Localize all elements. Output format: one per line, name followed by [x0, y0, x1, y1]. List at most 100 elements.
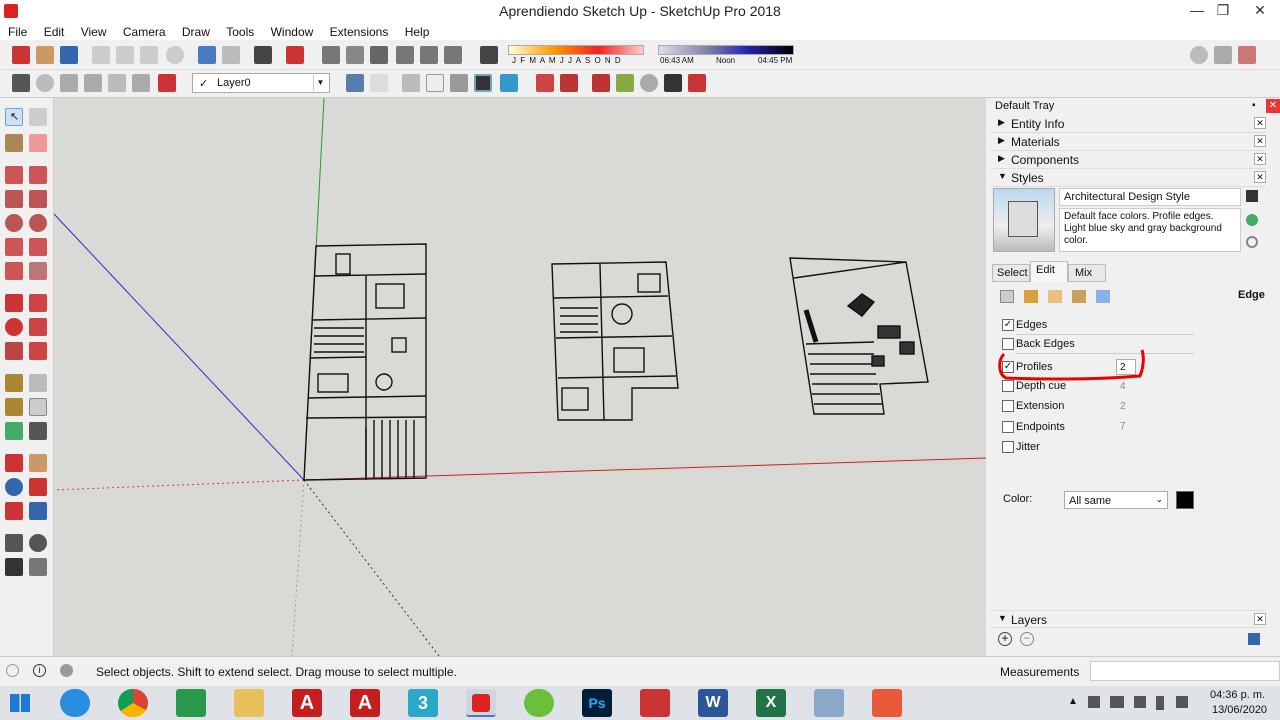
store-icon[interactable]	[176, 689, 206, 717]
match-photo-icon[interactable]	[536, 74, 554, 92]
file-explorer-icon[interactable]	[234, 689, 264, 717]
edge-color-swatch[interactable]	[1176, 491, 1194, 509]
rectangle-icon[interactable]	[5, 190, 23, 208]
pin-icon[interactable]: ▪	[1252, 100, 1256, 111]
render-icon[interactable]	[36, 74, 54, 92]
floor-plan-1[interactable]	[303, 243, 427, 481]
layer-dropdown[interactable]: ✓ Layer0 ▼	[192, 73, 330, 93]
paint-bucket-icon[interactable]	[5, 134, 23, 152]
pie-icon[interactable]	[29, 262, 47, 280]
extension-icon[interactable]	[1238, 46, 1256, 64]
3d-text-icon[interactable]	[29, 422, 47, 440]
floor-plan-2[interactable]	[551, 261, 679, 421]
tray-close-icon[interactable]: ✕	[1266, 99, 1280, 113]
three-point-arc-icon[interactable]	[5, 262, 23, 280]
tape-measure-icon[interactable]	[5, 374, 23, 392]
jitter-checkbox[interactable]	[1002, 441, 1014, 453]
watermark-settings-icon[interactable]	[1072, 290, 1086, 303]
rotated-rectangle-icon[interactable]	[29, 190, 47, 208]
undo-icon[interactable]	[198, 46, 216, 64]
pan-icon[interactable]	[29, 454, 47, 472]
paste-icon[interactable]	[140, 46, 158, 64]
hidden-line-icon[interactable]	[426, 74, 444, 92]
component-icon[interactable]	[12, 74, 30, 92]
push-pull-icon[interactable]	[29, 294, 47, 312]
new-icon[interactable]	[12, 46, 30, 64]
menu-extensions[interactable]: Extensions	[330, 24, 389, 39]
xray-icon[interactable]	[346, 74, 364, 92]
select-tool-icon[interactable]: ↖	[5, 108, 23, 126]
top-view-icon[interactable]	[346, 46, 364, 64]
tab-select[interactable]: Select	[992, 264, 1030, 282]
layer-details-icon[interactable]	[1248, 633, 1260, 645]
protractor-icon[interactable]	[5, 398, 23, 416]
text-tool-icon[interactable]	[29, 398, 47, 416]
intersect-icon[interactable]	[640, 74, 658, 92]
position-camera-icon[interactable]	[5, 534, 23, 552]
tray-expand-icon[interactable]: ▲	[1068, 696, 1078, 707]
monochrome-icon[interactable]	[500, 74, 518, 92]
iso-view-icon[interactable]	[322, 46, 340, 64]
solid-tools-icon[interactable]	[616, 74, 634, 92]
create-style-icon[interactable]	[1246, 214, 1258, 226]
move-icon[interactable]	[5, 294, 23, 312]
erase-icon[interactable]	[166, 46, 184, 64]
geo-location-icon[interactable]	[6, 664, 19, 677]
warehouse-icon[interactable]	[84, 74, 102, 92]
line-tool-icon[interactable]	[5, 166, 23, 184]
dimension-icon[interactable]	[29, 374, 47, 392]
previous-view-icon[interactable]	[29, 502, 47, 520]
follow-me-tool-icon[interactable]	[29, 318, 47, 336]
close-icon[interactable]: ✕	[1254, 135, 1266, 147]
autocad-icon[interactable]: A	[292, 689, 322, 717]
menu-file[interactable]: File	[8, 24, 27, 39]
sketchup-taskbar-icon[interactable]	[466, 689, 496, 717]
menu-window[interactable]: Window	[271, 24, 314, 39]
panel-entity-info[interactable]: ▶ Entity Info ✕	[990, 115, 1266, 133]
photo-textures-icon[interactable]	[664, 74, 682, 92]
menu-view[interactable]: View	[81, 24, 107, 39]
panel-styles[interactable]: ▼ Styles ✕	[990, 169, 1266, 187]
share-icon[interactable]	[132, 74, 150, 92]
arc-icon[interactable]	[5, 238, 23, 256]
zoom-window-icon[interactable]	[29, 478, 47, 496]
drawing-viewport[interactable]	[54, 98, 986, 656]
menu-tools[interactable]: Tools	[226, 24, 254, 39]
tab-mix[interactable]: Mix	[1068, 264, 1106, 282]
offset-icon[interactable]	[29, 342, 47, 360]
refresh-icon[interactable]	[1246, 236, 1258, 248]
info-icon[interactable]: i	[33, 664, 46, 677]
measurements-input[interactable]	[1090, 661, 1280, 681]
shaded-icon[interactable]	[450, 74, 468, 92]
clock-time[interactable]: 04:36 p. m.	[1210, 689, 1265, 701]
menu-camera[interactable]: Camera	[123, 24, 166, 39]
word-icon[interactable]: W	[698, 689, 728, 717]
cut-icon[interactable]	[92, 46, 110, 64]
copy-icon[interactable]	[116, 46, 134, 64]
back-view-icon[interactable]	[420, 46, 438, 64]
sketchup-layout-icon[interactable]	[524, 689, 554, 717]
chrome-icon[interactable]	[118, 689, 148, 717]
windows-start-icon[interactable]	[10, 694, 30, 712]
close-button[interactable]: ✕	[1240, 0, 1280, 22]
front-view-icon[interactable]	[370, 46, 388, 64]
game-icon[interactable]	[640, 689, 670, 717]
maximize-button[interactable]: ❐	[1206, 0, 1240, 22]
shadow-month-slider[interactable]	[508, 45, 644, 55]
axes-icon[interactable]	[1190, 46, 1208, 64]
battery-icon[interactable]	[1156, 696, 1164, 710]
tab-edit[interactable]: Edit	[1030, 261, 1068, 282]
menu-edit[interactable]: Edit	[44, 24, 65, 39]
autocad-lt-icon[interactable]: A	[350, 689, 380, 717]
look-around-icon[interactable]	[29, 534, 47, 552]
eraser-icon[interactable]	[29, 134, 47, 152]
save-icon[interactable]	[60, 46, 78, 64]
modeling-settings-icon[interactable]	[1096, 290, 1110, 303]
section-icon[interactable]	[1214, 46, 1232, 64]
zoom-extents-icon[interactable]	[5, 502, 23, 520]
shaded-textures-icon[interactable]	[474, 74, 492, 92]
dropbox-icon[interactable]	[1110, 696, 1124, 708]
zoom-icon[interactable]	[5, 478, 23, 496]
open-icon[interactable]	[36, 46, 54, 64]
close-icon[interactable]: ✕	[1254, 153, 1266, 165]
